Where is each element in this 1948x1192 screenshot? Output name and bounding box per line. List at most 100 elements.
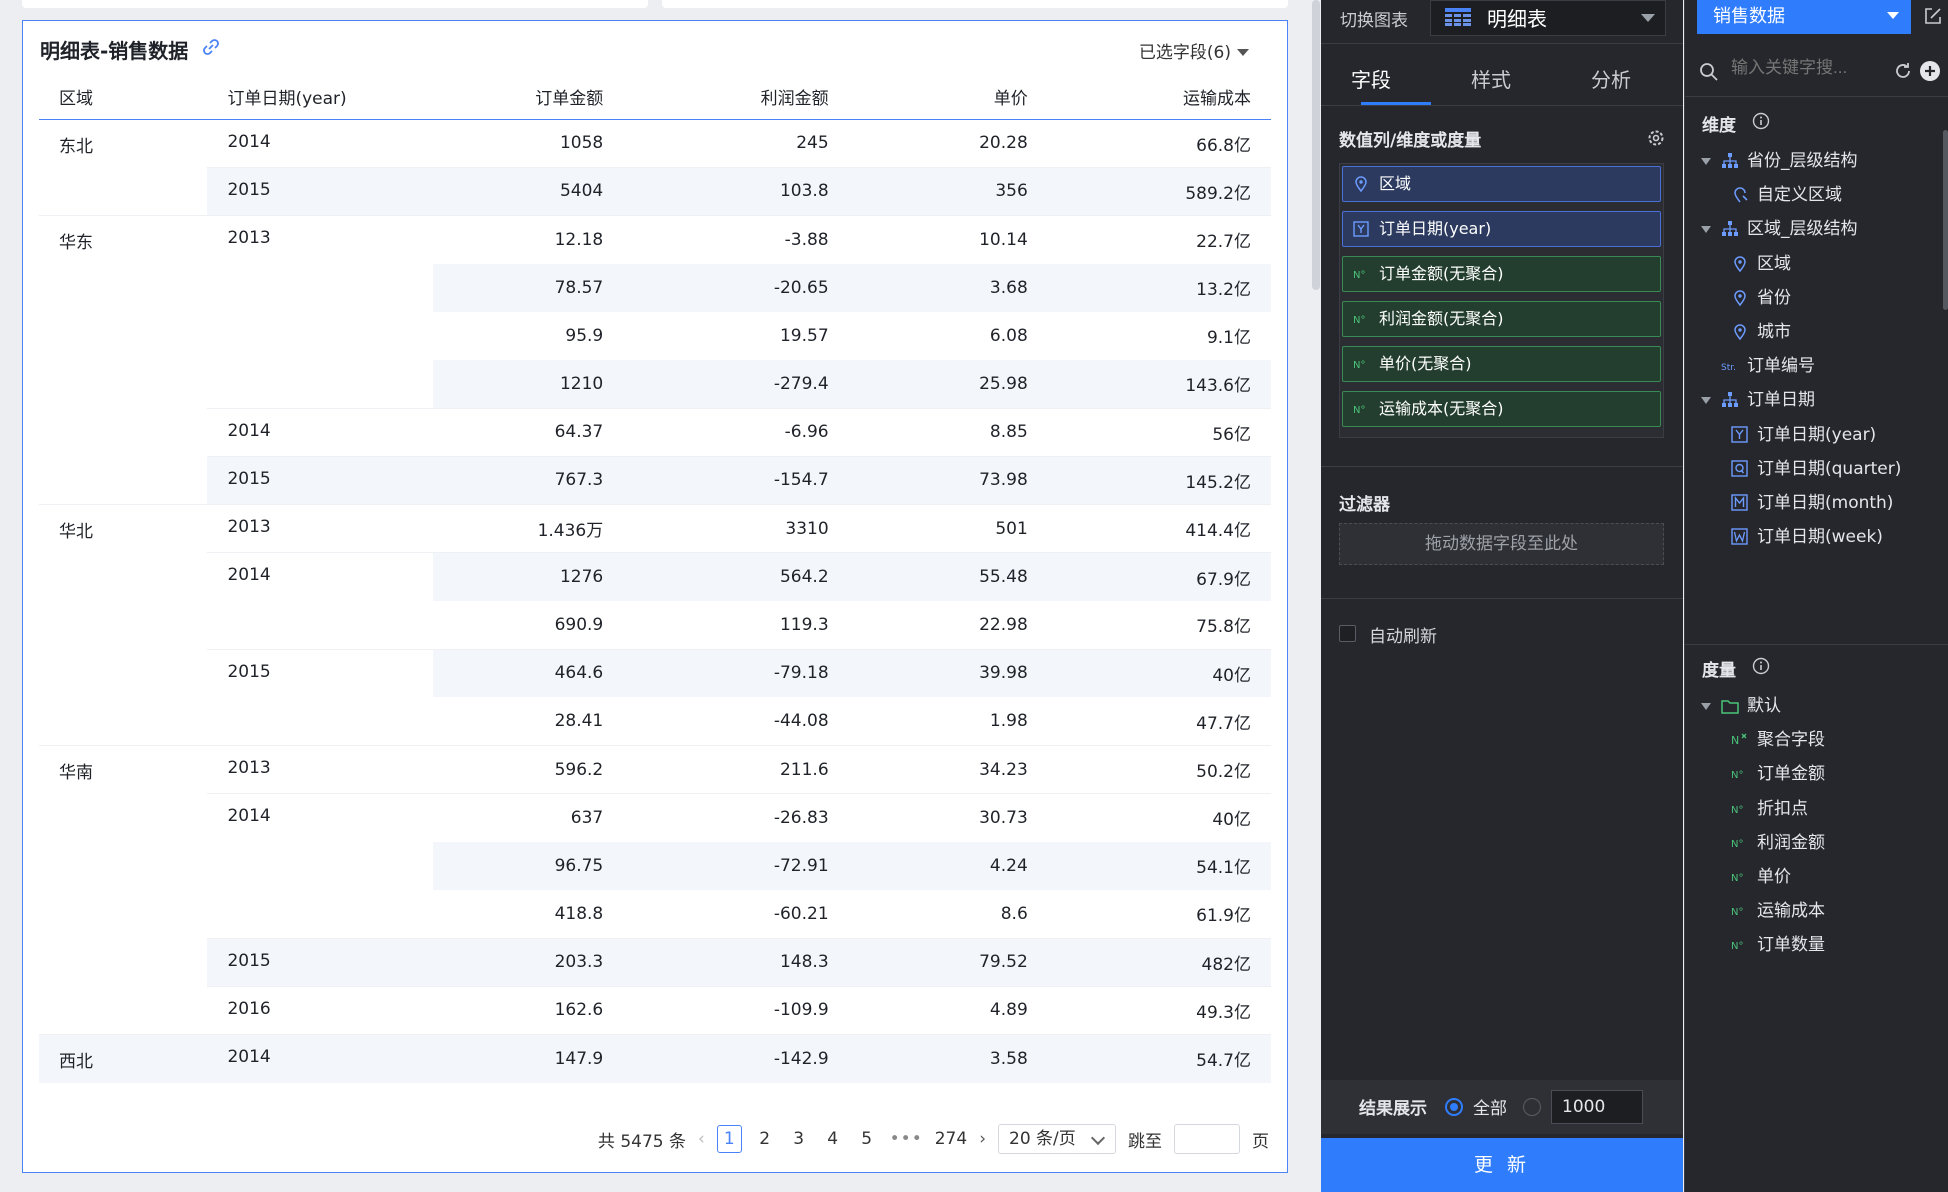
page-last[interactable]: 274 [935,1129,967,1149]
field-pill-label: 区域 [1379,174,1412,193]
next-page-icon[interactable]: › [979,1129,986,1149]
info-icon[interactable] [1752,112,1770,130]
cell-profit: -72.91 [623,841,849,890]
result-all-radio[interactable] [1445,1098,1463,1116]
dataset-panel-scrollbar[interactable] [1943,130,1948,310]
field-pill-order-amount[interactable]: N° 订单金额(无聚合) [1342,256,1661,292]
page-4[interactable]: 4 [822,1129,844,1149]
detail-table-widget[interactable]: 明细表-销售数据 已选字段(6) 区域 订单日期(year) 订单金额 利润金额… [22,20,1288,1173]
tab-fields[interactable]: 字段 [1331,64,1411,93]
search-icon [1700,63,1718,81]
jump-label: 跳至 [1128,1131,1162,1152]
measures-label: 度量 [1702,661,1736,681]
field-pill-profit[interactable]: N° 利润金额(无聚合) [1342,301,1661,337]
table-row[interactable]: 华东 2013 12.18 -3.88 10.14 22.7亿 [39,214,1271,505]
column-header-order-amount[interactable]: 订单金额 [432,75,624,120]
location-icon [1734,324,1746,341]
field-pill-unit-price[interactable]: N° 单价(无聚合) [1342,346,1661,382]
jump-page-input[interactable] [1174,1124,1240,1154]
auto-refresh-label[interactable]: 自动刷新 [1369,622,1437,647]
table-row[interactable]: 华南 2013 596.2 211.6 34.23 50.2亿 [39,744,1271,1035]
update-button[interactable]: 更 新 [1321,1138,1683,1192]
link-icon[interactable] [201,37,221,57]
config-tabs: 字段 样式 分析 [1321,46,1683,106]
column-header-profit[interactable]: 利润金额 [623,75,849,120]
table-row[interactable]: 2015 767.3 -154.7 73.98 145.2亿 [39,455,1271,505]
table-row[interactable]: 西北 2014 147.9 -142.9 3.58 54.7亿 [39,1034,1271,1083]
page-5[interactable]: 5 [856,1129,878,1149]
gear-icon[interactable] [1646,128,1666,148]
number-icon: N° [1731,770,1743,781]
cell-order-amount: 767.3 [432,455,624,505]
cell-order-year: 2014 [207,793,433,939]
table-row[interactable]: 2015 203.3 148.3 79.52 482亿 [39,937,1271,987]
edit-icon[interactable] [1923,6,1943,26]
field-pill-shipping-cost[interactable]: N° 运输成本(无聚合) [1342,391,1661,427]
field-pill-label: 订单日期(year) [1379,219,1492,238]
result-all-label[interactable]: 全部 [1473,1094,1507,1119]
tree-expand-caret-icon[interactable] [1701,158,1711,165]
info-icon[interactable] [1752,657,1770,675]
number-icon: N° [1353,405,1365,416]
cell-profit: 103.8 [623,166,849,216]
table-row[interactable]: 2014 637 -26.83 30.73 40亿 [39,793,1271,939]
tree-item-label: 利润金额 [1757,832,1825,853]
cell-order-amount: 95.9 [432,311,624,360]
column-header-unit-price[interactable]: 单价 [848,75,1048,120]
cell-profit: -154.7 [623,455,849,505]
canvas-scrollbar[interactable] [1312,0,1320,290]
tree-item-label: 省份 [1757,287,1791,308]
dimensions-label: 维度 [1702,116,1736,136]
tree-item-label: 运输成本 [1757,901,1825,922]
table-row[interactable]: 2014 64.37 -6.96 8.85 56亿 [39,407,1271,457]
fields-drop-area[interactable]: 区域 订单日期(year) N° 订单金额(无聚合) N° 利润金额(无聚合) … [1339,163,1664,438]
refresh-icon[interactable] [1893,61,1913,81]
table-row[interactable]: 2015 464.6 -79.18 39.98 40亿 [39,648,1271,746]
table-row[interactable]: 东北 2014 1058 245 20.28 66.8亿 [39,118,1271,216]
cell-unit-price: 25.98 [848,359,1048,409]
result-limit-input[interactable]: 1000 [1551,1090,1643,1124]
cell-profit: -3.88 [623,214,849,264]
page-size-select[interactable]: 20 条/页 [998,1124,1116,1154]
prev-page-icon[interactable]: ‹ [698,1129,705,1149]
cell-shipping-cost: 40亿 [1047,793,1271,842]
selected-fields-dropdown[interactable]: 已选字段(6) [1139,38,1249,63]
auto-refresh-checkbox[interactable] [1339,625,1356,642]
cell-unit-price: 356 [848,166,1048,216]
cell-order-year: 2015 [207,648,433,746]
table-row[interactable]: 华北 2013 1.436万 3310 501 414.4亿 [39,503,1271,746]
table-row[interactable]: 2016 162.6 -109.9 4.89 49.3亿 [39,985,1271,1035]
column-header-order-year[interactable]: 订单日期(year) [207,75,433,120]
tab-analysis[interactable]: 分析 [1571,64,1651,93]
column-header-region[interactable]: 区域 [39,75,208,120]
cell-order-amount: 637 [432,793,624,842]
field-search-input[interactable] [1731,58,1861,78]
cell-profit: -60.21 [623,890,849,939]
tree-expand-caret-icon[interactable] [1701,397,1711,405]
tree-expand-caret-icon[interactable] [1701,226,1711,234]
pagination-ellipsis[interactable]: ••• [890,1129,923,1149]
add-circle-icon[interactable] [1919,60,1941,82]
cell-unit-price: 8.6 [848,890,1048,939]
column-header-shipping-cost[interactable]: 运输成本 [1047,75,1271,120]
cell-shipping-cost: 66.8亿 [1047,118,1271,168]
dataset-select[interactable]: 销售数据 [1697,0,1911,34]
svg-text:N°: N° [1353,360,1365,371]
field-pill-region[interactable]: 区域 [1342,166,1661,202]
cell-shipping-cost: 482亿 [1047,937,1271,987]
result-limit-radio[interactable] [1523,1098,1541,1116]
chart-type-select[interactable]: 明细表 [1430,0,1666,36]
table-row[interactable]: 2014 1276 564.2 55.48 67.9亿 [39,552,1271,650]
page-2[interactable]: 2 [754,1129,776,1149]
filter-drop-zone[interactable]: 拖动数据字段至此处 [1339,523,1664,565]
tree-expand-caret-icon[interactable] [1701,703,1711,710]
field-pill-order-year[interactable]: 订单日期(year) [1342,211,1661,247]
cell-shipping-cost: 145.2亿 [1047,455,1271,505]
tab-style[interactable]: 样式 [1451,64,1531,93]
page-3[interactable]: 3 [788,1129,810,1149]
page-1[interactable]: 1 [716,1125,742,1153]
cell-region: 西北 [39,1034,208,1083]
table-row[interactable]: 2015 5404 103.8 356 589.2亿 [39,166,1271,216]
tree-item-label: 订单日期(week) [1757,527,1883,548]
location-icon [1734,290,1746,306]
